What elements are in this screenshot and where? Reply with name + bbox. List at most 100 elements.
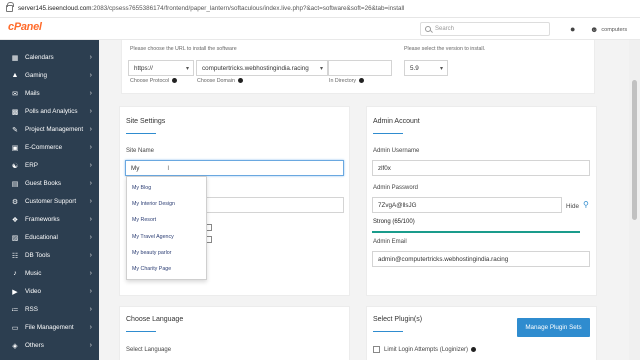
text-cursor-icon: I [167,164,170,172]
suggestion-item[interactable]: My Interior Design [132,201,175,207]
password-strength-text: Strong (65/100) [373,219,415,225]
search-input[interactable]: Search [420,22,550,36]
others-icon: ◈ [12,342,18,350]
frameworks-icon: ❖ [11,216,19,224]
user-icon: ☻ [590,25,599,34]
chevron-right-icon: › [89,144,92,151]
directory-label: In Directory [329,78,365,84]
site-name-input[interactable]: My I [125,160,344,176]
folder-icon: ▭ [11,324,19,332]
sidebar-item-frameworks[interactable]: ❖ Frameworks › [0,211,99,228]
page-scrollbar[interactable] [629,40,640,360]
sidebar-item-customer-support[interactable]: ⚙ Customer Support › [0,193,99,210]
chevron-right-icon: › [89,306,92,313]
protocol-label: Choose Protocol [130,78,178,84]
video-icon: ▶ [12,288,18,296]
music-icon: ♪ [13,270,17,277]
admin-email-label: Admin Email [373,239,407,245]
lock-icon [6,2,14,12]
chevron-down-icon: ▾ [319,65,323,72]
cart-icon: ▣ [11,144,19,152]
info-icon[interactable] [471,347,477,352]
sidebar-item-video[interactable]: ▶ Video › [0,283,99,300]
choose-language-title: Choose Language [126,316,184,323]
project-icon: ✎ [12,126,18,134]
chevron-right-icon: › [89,198,92,205]
database-icon: ☷ [11,252,19,260]
sidebar-item-file-management[interactable]: ▭ File Management › [0,319,99,336]
gamepad-icon: ▲ [11,72,19,79]
site-name-suggestions: My Blog My Interior Design My Resort My … [126,176,207,280]
chevron-right-icon: › [89,342,92,349]
password-strength-bar [372,231,580,233]
info-icon[interactable] [237,78,243,84]
hide-password-link[interactable]: Hide [566,203,579,210]
mail-icon: ✉ [12,90,18,98]
select-language-label: Select Language [126,347,172,353]
bell-icon[interactable]: ● [570,24,575,34]
url-text[interactable]: server145.iseencloud.com:2083/cpsess7655… [18,5,404,12]
chevron-right-icon: › [89,216,92,223]
search-icon [425,26,431,32]
sidebar-item-erp[interactable]: ☯ ERP › [0,157,99,174]
sidebar-item-gaming[interactable]: ▲ Gaming › [0,67,99,84]
admin-email-input[interactable]: admin@computertricks.webhostingindia.rac… [372,251,590,267]
rss-icon: ≔ [11,306,19,314]
chevron-right-icon: › [89,288,92,295]
chevron-down-icon: ▾ [185,65,189,72]
section-underline [373,133,403,134]
chevron-right-icon: › [89,324,92,331]
book-icon: ▤ [11,180,19,188]
user-menu[interactable]: ☻ computers [590,25,627,34]
sidebar-item-db-tools[interactable]: ☷ DB Tools › [0,247,99,264]
site-settings-title: Site Settings [126,118,166,125]
chevron-right-icon: › [89,180,92,187]
sidebar-item-project-management[interactable]: ✎ Project Management › [0,121,99,138]
sidebar-item-guest-books[interactable]: ▤ Guest Books › [0,175,99,192]
admin-account-title: Admin Account [373,118,420,125]
sidebar-item-calendars[interactable]: ▦ Calendars › [0,49,99,66]
key-icon[interactable]: ⚲ [583,200,589,209]
suggestion-item[interactable]: My Charity Page [132,266,171,272]
sidebar-item-ecommerce[interactable]: ▣ E-Commerce › [0,139,99,156]
manage-plugin-sets-button[interactable]: Manage Plugin Sets [517,318,590,337]
poll-icon: ▩ [11,108,19,116]
domain-label: Choose Domain [197,78,243,84]
section-underline [373,331,403,332]
site-description-input[interactable] [205,197,344,213]
version-select[interactable]: 5.9 ▾ [404,60,448,76]
sidebar-item-mails[interactable]: ✉ Mails › [0,85,99,102]
admin-username-input[interactable]: zlf0x [372,160,590,176]
sidebar: ▦ Calendars › ▲ Gaming › ✉ Mails › ▩ Polls and … [0,40,99,360]
sidebar-item-others[interactable]: ◈ Others › [0,337,99,354]
chevron-right-icon: › [89,162,92,169]
chevron-right-icon: › [89,108,92,115]
chevron-right-icon: › [89,126,92,133]
chevron-right-icon: › [89,234,92,241]
sidebar-item-music[interactable]: ♪ Music › [0,265,99,282]
info-icon[interactable] [359,78,365,84]
suggestion-item[interactable]: My beauty parlor [132,250,171,256]
chevron-right-icon: › [89,270,92,277]
browser-address-bar[interactable]: server145.iseencloud.com:2083/cpsess7655… [0,0,640,18]
sidebar-item-polls[interactable]: ▩ Polls and Analytics › [0,103,99,120]
section-underline [126,133,156,134]
admin-password-input[interactable]: 7ZvgA@llsJG [372,197,562,213]
suggestion-item[interactable]: My Blog [132,185,151,191]
plugin-checkbox[interactable] [373,346,380,353]
protocol-select[interactable]: https://▾ [128,60,194,76]
section-underline [126,331,156,332]
scroll-thumb[interactable] [632,80,637,220]
suggestion-item[interactable]: My Travel Agency [132,234,174,240]
cpanel-logo[interactable]: cPanel [8,21,42,33]
domain-select[interactable]: computertricks.webhostingindia.racing ▾ [196,60,328,76]
calendar-icon: ▦ [11,54,19,62]
sidebar-item-educational[interactable]: ▨ Educational › [0,229,99,246]
admin-password-label: Admin Password [373,185,419,191]
sidebar-item-rss[interactable]: ≔ RSS › [0,301,99,318]
plugin-item-label: Limit Login Attempts (Loginizer) [384,347,477,353]
admin-username-label: Admin Username [373,148,420,154]
directory-input[interactable] [328,60,392,76]
info-icon[interactable] [172,78,178,84]
suggestion-item[interactable]: My Resort [132,217,156,223]
